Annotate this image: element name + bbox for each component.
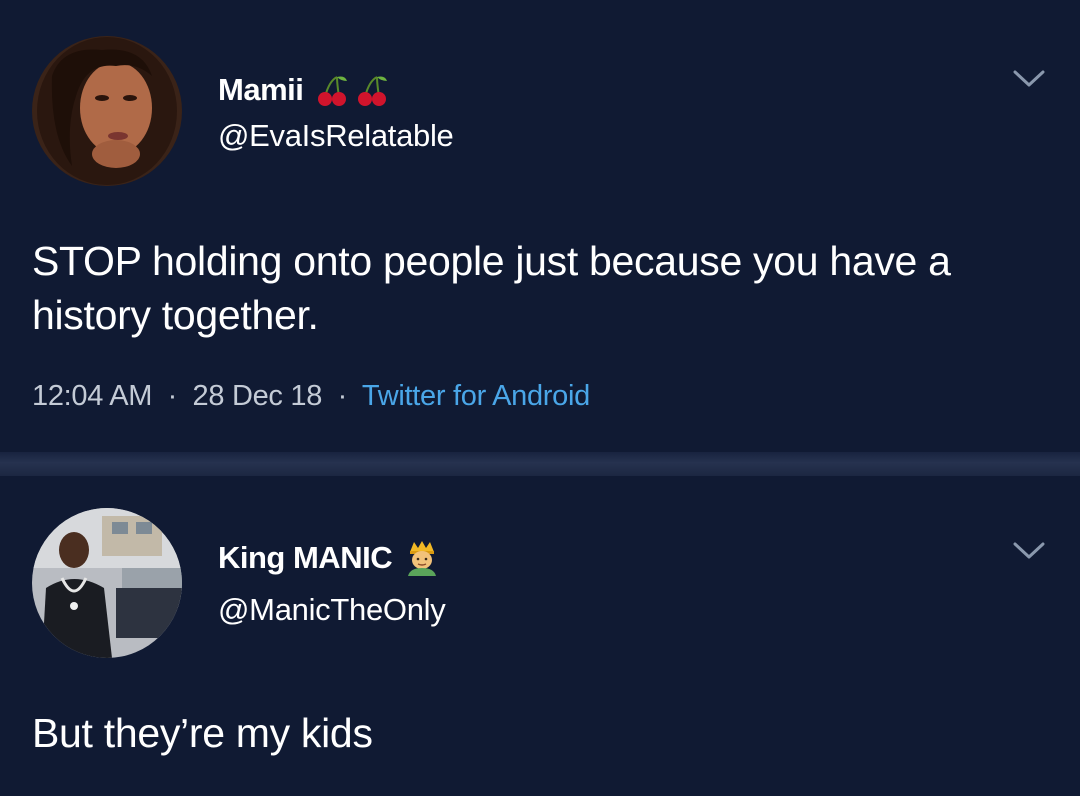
display-name[interactable]: Mamii <box>218 72 395 108</box>
avatar[interactable] <box>32 36 182 186</box>
tweet-text: But they’re my kids <box>32 710 373 756</box>
display-name-text: King MANIC <box>218 540 393 575</box>
chevron-down-icon[interactable] <box>1012 68 1046 90</box>
avatar[interactable] <box>32 508 182 658</box>
display-name-text: Mamii <box>218 72 304 107</box>
user-handle[interactable]: @ManicTheOnly <box>218 592 446 628</box>
tweet-reply: King MANIC @ManicTheOnly But they’re my … <box>0 476 1080 796</box>
meta-separator: · <box>329 380 355 412</box>
tweet-source-link[interactable]: Twitter for Android <box>362 380 590 412</box>
user-handle[interactable]: @EvaIsRelatable <box>218 118 454 154</box>
cherries-icon <box>315 73 395 107</box>
tweet-meta: 12:04 AM · 28 Dec 18 · Twitter for Andro… <box>32 380 590 413</box>
prince-icon <box>404 540 440 576</box>
tweet-text: STOP holding onto people just because yo… <box>32 238 951 338</box>
chevron-down-icon[interactable] <box>1012 540 1046 562</box>
avatar-photo-man <box>32 508 182 658</box>
tweet-divider <box>0 452 1080 476</box>
meta-separator: · <box>159 380 185 412</box>
avatar-photo-woman <box>32 36 182 186</box>
tweet-time[interactable]: 12:04 AM <box>32 380 152 412</box>
display-name[interactable]: King MANIC <box>218 540 440 576</box>
tweet-date[interactable]: 28 Dec 18 <box>193 380 323 412</box>
tweet-original: Mamii @EvaIsRelatable STOP holding onto … <box>0 0 1080 452</box>
